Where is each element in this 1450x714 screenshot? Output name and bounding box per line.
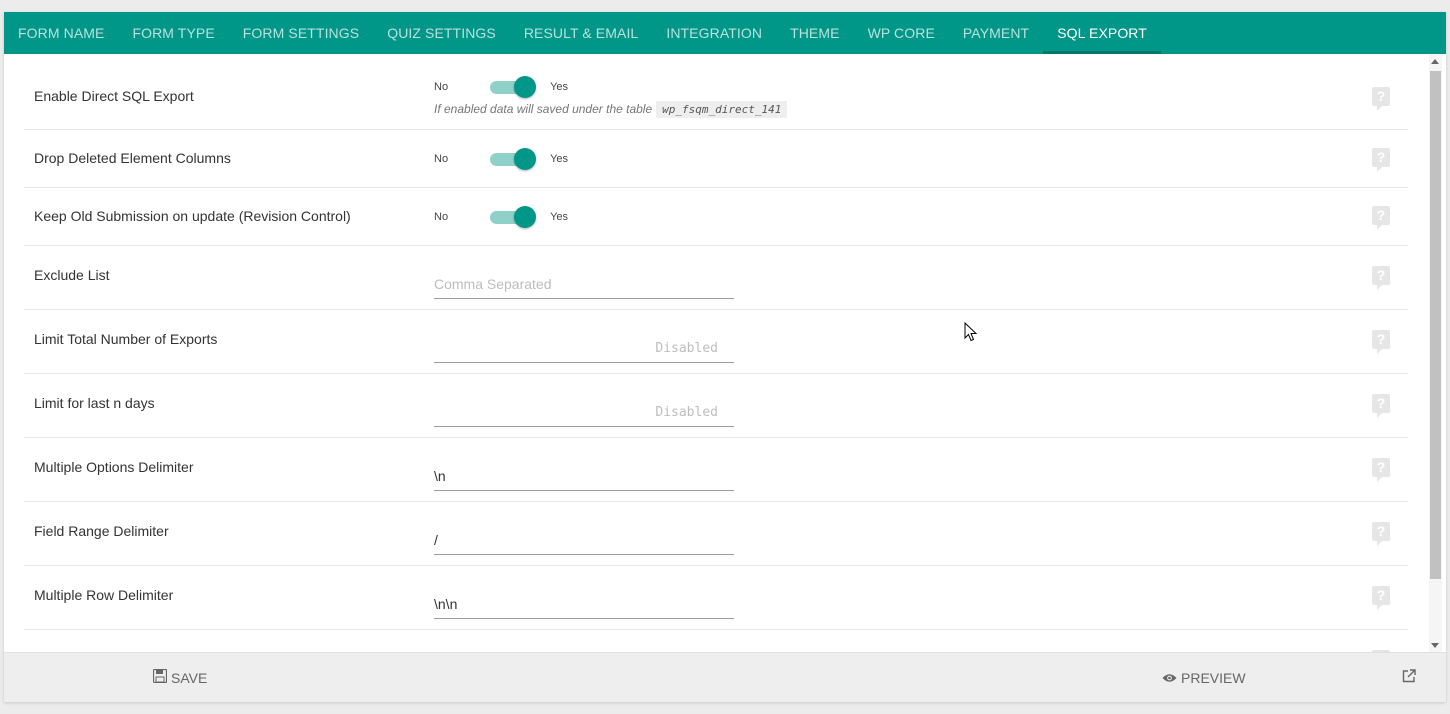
preview-button[interactable]: PREVIEW	[1162, 653, 1246, 702]
save-button[interactable]: SAVE	[152, 653, 208, 702]
toggle-no-label: No	[434, 81, 449, 93]
setting-row-limit-total: Limit Total Number of Exports Disabled ?	[24, 310, 1408, 374]
setting-row-multi-row: Multiple Row Delimiter \n\n ?	[24, 566, 1408, 630]
save-label: SAVE	[171, 670, 208, 686]
setting-label: Limit Total Number of Exports	[34, 331, 218, 347]
toggle-no-label: No	[434, 153, 449, 165]
setting-label: Limit for last n days	[34, 395, 155, 411]
tab-form-name[interactable]: FORM NAME	[4, 12, 118, 54]
tab-result-email[interactable]: RESULT & EMAIL	[510, 12, 652, 54]
toggle-switch[interactable]	[490, 76, 537, 98]
setting-row-partial: ?	[24, 630, 1408, 652]
toggle-yes-label: Yes	[550, 153, 569, 165]
help-icon[interactable]: ?	[1372, 148, 1390, 172]
form-editor-panel: FORM NAME FORM TYPE FORM SETTINGS QUIZ S…	[4, 12, 1446, 702]
tab-form-settings[interactable]: FORM SETTINGS	[229, 12, 373, 54]
eye-icon	[1162, 653, 1177, 702]
enable-direct-helper: If enabled data will saved under the tab…	[434, 101, 788, 118]
help-icon[interactable]: ?	[1372, 330, 1390, 354]
scroll-thumb[interactable]	[1430, 71, 1441, 579]
setting-row-drop-deleted: Drop Deleted Element Columns No Yes ?	[24, 130, 1408, 188]
input-value: \n\n	[434, 596, 458, 612]
setting-row-multi-options: Multiple Options Delimiter \n ?	[24, 438, 1408, 502]
toggle-knob	[514, 206, 537, 228]
setting-row-limit-days: Limit for last n days Disabled ?	[24, 374, 1408, 438]
help-icon[interactable]: ?	[1372, 87, 1390, 111]
external-link-icon	[1402, 653, 1416, 702]
help-icon[interactable]: ?	[1372, 394, 1390, 418]
open-external-button[interactable]	[1402, 653, 1420, 702]
tab-integration[interactable]: INTEGRATION	[652, 12, 776, 54]
setting-label: Multiple Row Delimiter	[34, 587, 174, 603]
tab-form-type[interactable]: FORM TYPE	[118, 12, 228, 54]
toggle-switch[interactable]	[490, 206, 537, 228]
help-icon[interactable]: ?	[1372, 266, 1390, 290]
setting-row-field-range: Field Range Delimiter / ?	[24, 502, 1408, 566]
scroll-up-arrow-icon[interactable]	[1431, 59, 1439, 64]
toggle-knob	[514, 148, 537, 170]
setting-label: Keep Old Submission on update (Revision …	[34, 208, 351, 224]
scroll-down-arrow-icon[interactable]	[1431, 643, 1439, 648]
preview-label: PREVIEW	[1181, 670, 1246, 686]
input-placeholder: Disabled	[655, 405, 718, 420]
toggle-yes-label: Yes	[550, 81, 569, 93]
tab-wp-core[interactable]: WP CORE	[854, 12, 949, 54]
toggle-switch[interactable]	[490, 148, 537, 170]
table-name-code: wp_fsqm_direct_141	[656, 101, 788, 118]
mouse-cursor-icon	[964, 321, 978, 347]
help-icon[interactable]: ?	[1372, 206, 1390, 230]
limit-total-input[interactable]: Disabled	[434, 332, 734, 363]
helper-text: If enabled data will saved under the tab…	[434, 102, 653, 116]
floppy-disk-icon	[152, 653, 168, 702]
multi-row-input[interactable]: \n\n	[434, 588, 734, 619]
setting-label: Field Range Delimiter	[34, 523, 169, 539]
tab-theme[interactable]: THEME	[776, 12, 854, 54]
content-scrollbar[interactable]	[1429, 54, 1442, 652]
setting-label: Multiple Options Delimiter	[34, 459, 194, 475]
drop-deleted-toggle: No Yes	[434, 148, 568, 170]
setting-label: Exclude List	[34, 267, 110, 283]
enable-direct-toggle: No Yes	[434, 76, 568, 98]
settings-tab-bar: FORM NAME FORM TYPE FORM SETTINGS QUIZ S…	[4, 12, 1446, 54]
setting-label: Enable Direct SQL Export	[34, 88, 194, 104]
field-range-input[interactable]: /	[434, 524, 734, 555]
bottom-action-bar: SAVE PREVIEW	[4, 652, 1446, 702]
toggle-yes-label: Yes	[550, 211, 569, 223]
setting-label: Drop Deleted Element Columns	[34, 150, 231, 166]
help-icon[interactable]: ?	[1372, 586, 1390, 610]
tab-payment[interactable]: PAYMENT	[949, 12, 1043, 54]
setting-row-exclude-list: Exclude List Comma Separated ?	[24, 246, 1408, 310]
keep-old-toggle: No Yes	[434, 206, 568, 228]
limit-days-input[interactable]: Disabled	[434, 396, 734, 427]
tab-quiz-settings[interactable]: QUIZ SETTINGS	[373, 12, 510, 54]
setting-row-enable-direct: Enable Direct SQL Export No Yes If enabl…	[24, 54, 1408, 130]
toggle-knob	[514, 76, 537, 98]
input-value: \n	[434, 468, 446, 484]
input-placeholder: Disabled	[655, 341, 718, 356]
help-icon[interactable]: ?	[1372, 458, 1390, 482]
multi-options-input[interactable]: \n	[434, 460, 734, 491]
toggle-no-label: No	[434, 211, 449, 223]
input-value: /	[434, 532, 438, 548]
input-placeholder: Comma Separated	[434, 276, 552, 292]
setting-row-keep-old: Keep Old Submission on update (Revision …	[24, 188, 1408, 246]
exclude-list-input[interactable]: Comma Separated	[434, 268, 734, 299]
tab-sql-export[interactable]: SQL EXPORT	[1043, 12, 1161, 54]
sql-export-settings: Enable Direct SQL Export No Yes If enabl…	[24, 54, 1408, 652]
help-icon[interactable]: ?	[1372, 522, 1390, 546]
